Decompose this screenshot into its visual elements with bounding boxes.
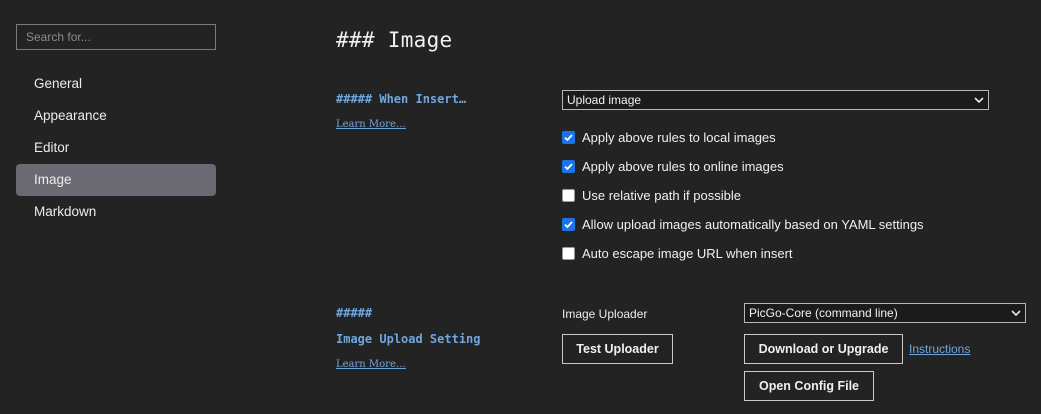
checkbox-unchecked-icon[interactable] bbox=[562, 188, 575, 202]
when-insert-select-value: Upload image bbox=[567, 93, 642, 107]
upload-heading: Image Upload Setting bbox=[336, 332, 481, 346]
sidebar-nav: General Appearance Editor Image Markdown bbox=[16, 68, 216, 228]
option-label: Apply above rules to local images bbox=[582, 129, 776, 145]
page-title: ### Image bbox=[336, 28, 453, 52]
checkbox-checked-icon[interactable] bbox=[562, 217, 575, 231]
search-input[interactable] bbox=[16, 24, 216, 50]
upload-learn-more-link[interactable]: Learn More… bbox=[336, 359, 406, 370]
chevron-down-icon bbox=[974, 97, 984, 104]
preferences-window: General Appearance Editor Image Markdown… bbox=[0, 0, 1041, 414]
image-uploader-value: PicGo-Core (command line) bbox=[749, 306, 898, 320]
sidebar: General Appearance Editor Image Markdown bbox=[0, 0, 232, 414]
when-insert-learn-more-link[interactable]: Learn More… bbox=[336, 119, 406, 130]
option-escape-url[interactable]: Auto escape image URL when insert bbox=[562, 244, 793, 262]
open-config-file-button[interactable]: Open Config File bbox=[744, 371, 874, 401]
upload-heading-hashes: ##### bbox=[336, 306, 373, 320]
option-label: Apply above rules to online images bbox=[582, 158, 784, 174]
image-uploader-select[interactable]: PicGo-Core (command line) bbox=[744, 303, 1026, 323]
sidebar-item-image[interactable]: Image bbox=[16, 164, 216, 196]
sidebar-item-markdown[interactable]: Markdown bbox=[16, 196, 216, 228]
sidebar-item-general[interactable]: General bbox=[16, 68, 216, 100]
sidebar-item-appearance[interactable]: Appearance bbox=[16, 100, 216, 132]
instructions-link[interactable]: Instructions bbox=[909, 342, 970, 356]
when-insert-select[interactable]: Upload image bbox=[562, 90, 989, 110]
main-panel: ### Image ##### When Insert… Learn More…… bbox=[336, 0, 1041, 414]
chevron-down-icon bbox=[1011, 310, 1021, 317]
when-insert-heading: ##### When Insert… bbox=[336, 92, 467, 106]
option-label: Allow upload images automatically based … bbox=[582, 216, 924, 232]
option-online-images[interactable]: Apply above rules to online images bbox=[562, 157, 784, 175]
option-local-images[interactable]: Apply above rules to local images bbox=[562, 128, 776, 146]
sidebar-item-editor[interactable]: Editor bbox=[16, 132, 216, 164]
checkbox-unchecked-icon[interactable] bbox=[562, 246, 575, 260]
checkbox-checked-icon[interactable] bbox=[562, 159, 575, 173]
download-or-upgrade-button[interactable]: Download or Upgrade bbox=[744, 334, 903, 364]
option-yaml-upload[interactable]: Allow upload images automatically based … bbox=[562, 215, 924, 233]
option-relative-path[interactable]: Use relative path if possible bbox=[562, 186, 741, 204]
checkbox-checked-icon[interactable] bbox=[562, 130, 575, 144]
option-label: Auto escape image URL when insert bbox=[582, 245, 793, 261]
test-uploader-button[interactable]: Test Uploader bbox=[562, 334, 673, 364]
image-uploader-label: Image Uploader bbox=[562, 307, 648, 321]
option-label: Use relative path if possible bbox=[582, 187, 741, 203]
